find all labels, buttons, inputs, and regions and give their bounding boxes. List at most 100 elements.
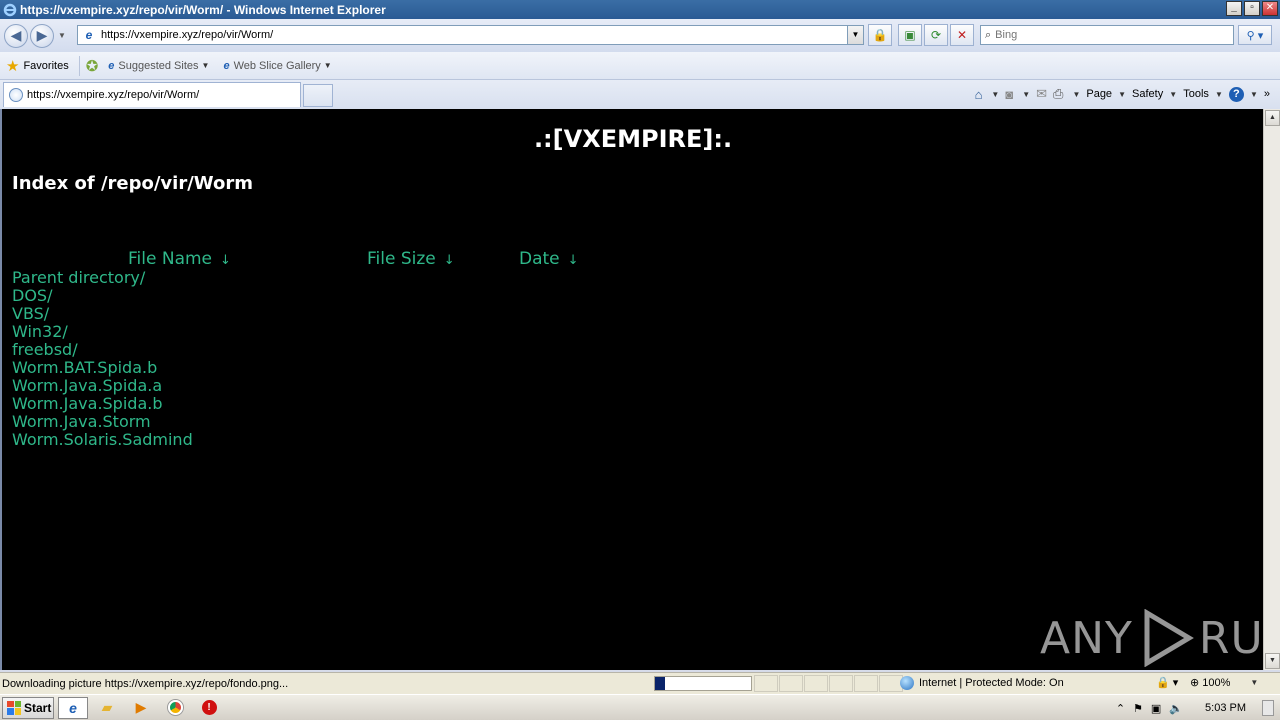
list-item[interactable]: DOS/ — [12, 287, 193, 305]
chrome-icon — [167, 700, 183, 715]
help-menu[interactable]: ? ▼ — [1228, 86, 1258, 102]
search-button[interactable]: ⚲ ▾ — [1238, 25, 1272, 45]
sort-arrow-icon: ↓ — [567, 253, 579, 268]
overflow-chevron-icon[interactable]: » — [1264, 88, 1270, 100]
block-icon: ! — [201, 700, 217, 715]
windows-flag-icon — [7, 700, 21, 715]
taskbar-chrome-button[interactable] — [160, 697, 190, 719]
zoom-level: 100% — [1202, 676, 1231, 689]
taskbar-media-button[interactable]: ▶ — [126, 697, 156, 719]
taskbar-explorer-button[interactable]: ▰ — [92, 697, 122, 719]
status-cell — [829, 675, 853, 692]
zoom-control[interactable]: ⊕ 100% ▼ — [1190, 676, 1258, 690]
address-bar[interactable]: e https://vxempire.xyz/repo/vir/Worm/ ▼ — [77, 25, 864, 45]
scroll-up-icon[interactable]: ▲ — [1265, 110, 1280, 126]
suggested-sites-dropdown-icon: ▼ — [201, 61, 210, 70]
volume-icon[interactable]: 🔈 — [1169, 702, 1183, 715]
address-input[interactable]: https://vxempire.xyz/repo/vir/Worm/ — [101, 29, 273, 41]
compatibility-button[interactable]: ▣ — [898, 24, 922, 46]
refresh-button[interactable]: ⟳ — [924, 24, 948, 46]
page-content: .:[VXEMPIRE]:. Index of /repo/vir/Worm F… — [0, 109, 1280, 670]
web-slice-gallery-link[interactable]: e Web Slice Gallery ▼ — [223, 60, 331, 72]
list-item[interactable]: Parent directory/ — [12, 269, 193, 287]
list-item[interactable]: VBS/ — [12, 305, 193, 323]
tools-menu[interactable]: Tools ▼ — [1183, 88, 1223, 100]
close-window-button[interactable]: ✕ — [1262, 1, 1278, 16]
print-dropdown-icon[interactable]: ▼ — [1072, 90, 1080, 99]
folder-icon: ▰ — [101, 699, 113, 715]
home-dropdown-icon[interactable]: ▼ — [991, 90, 999, 99]
tray-expand-icon[interactable]: ⌃ — [1116, 702, 1125, 715]
clock[interactable]: 5:03 PM — [1205, 702, 1246, 714]
show-desktop-icon[interactable] — [1262, 700, 1274, 716]
mail-icon[interactable]: ✉ — [1036, 86, 1047, 102]
taskbar-stop-button[interactable]: ! — [194, 697, 224, 719]
status-text: Downloading picture https://vxempire.xyz… — [2, 677, 289, 690]
start-button[interactable]: Start — [2, 696, 54, 719]
globe-icon — [900, 676, 914, 690]
minimize-button[interactable]: _ — [1226, 1, 1242, 16]
web-slice-gallery-label: Web Slice Gallery — [233, 59, 321, 72]
stop-button[interactable]: ✕ — [950, 24, 974, 46]
system-tray: ⌃ ⚑ ▣ 🔈 5:03 PM — [1116, 697, 1280, 719]
web-slice-gallery-dropdown-icon: ▼ — [323, 61, 332, 70]
search-input[interactable] — [995, 29, 1216, 41]
stop-icon: ✕ — [956, 28, 968, 42]
network-icon[interactable]: ▣ — [1151, 702, 1161, 715]
history-dropdown-icon[interactable]: ▼ — [58, 31, 66, 40]
suggested-sites-link[interactable]: e Suggested Sites ▼ — [108, 60, 209, 72]
refresh-icon: ⟳ — [930, 28, 942, 42]
lock-button[interactable]: 🔒 — [868, 24, 892, 46]
status-bar: Downloading picture https://vxempire.xyz… — [0, 672, 1280, 694]
start-label: Start — [24, 700, 52, 715]
feeds-dropdown-icon[interactable]: ▼ — [1022, 90, 1030, 99]
list-item[interactable]: freebsd/ — [12, 341, 193, 359]
media-player-icon: ▶ — [135, 699, 147, 715]
column-header-date[interactable]: Date ↓ — [519, 249, 579, 269]
favorites-separator — [78, 55, 80, 76]
action-center-icon[interactable]: ⚑ — [1133, 702, 1143, 715]
back-button[interactable]: ◀ — [4, 23, 28, 48]
list-item[interactable]: Worm.Java.Storm — [12, 413, 193, 431]
favorites-bar: ★ Favorites ✪ e Suggested Sites ▼ e Web … — [0, 52, 1280, 80]
ie-logo-icon — [2, 2, 18, 18]
column-header-name[interactable]: File Name ↓ — [128, 249, 231, 269]
zoom-icon: ⊕ — [1190, 677, 1200, 689]
forward-button[interactable]: ▶ — [30, 23, 54, 48]
print-icon[interactable]: ⎙ — [1053, 86, 1063, 102]
home-icon[interactable]: ⌂ — [975, 87, 983, 102]
tab-current[interactable]: https://vxempire.xyz/repo/vir/Worm/ — [3, 82, 301, 107]
add-favorites-button[interactable]: ✪ — [86, 57, 103, 75]
list-item[interactable]: Worm.Java.Spida.a — [12, 377, 193, 395]
suggested-sites-label: Suggested Sites — [118, 59, 199, 72]
favorites-star-icon: ★ — [6, 57, 20, 75]
taskbar-ie-button[interactable]: e — [58, 696, 88, 719]
list-item[interactable]: Worm.Solaris.Sadmind — [12, 431, 193, 449]
web-slice-gallery-icon: e — [223, 59, 230, 72]
column-header-size[interactable]: File Size ↓ — [367, 249, 455, 269]
tab-bar: https://vxempire.xyz/repo/vir/Worm/ ⌂ ▼ ◙… — [0, 80, 1280, 109]
address-dropdown-icon[interactable]: ▼ — [847, 26, 863, 44]
navigation-bar: ◀ ▶ ▼ e https://vxempire.xyz/repo/vir/Wo… — [0, 19, 1280, 52]
progress-bar — [654, 676, 752, 691]
list-item[interactable]: Win32/ — [12, 323, 193, 341]
search-provider-icon: ⌕ — [985, 28, 992, 41]
list-item[interactable]: Worm.BAT.Spida.b — [12, 359, 193, 377]
safety-menu[interactable]: Safety ▼ — [1132, 88, 1177, 100]
feeds-icon[interactable]: ◙ — [1005, 87, 1013, 102]
protected-mode-icon[interactable]: 🔒 ▾ — [1156, 676, 1178, 689]
favorites-button[interactable]: ★ Favorites — [6, 57, 69, 75]
sort-arrow-icon: ↓ — [220, 253, 231, 268]
scroll-down-icon[interactable]: ▼ — [1265, 653, 1280, 669]
new-tab-button[interactable] — [303, 84, 333, 107]
search-box[interactable]: ⌕ — [980, 25, 1234, 45]
list-item[interactable]: Worm.Java.Spida.b — [12, 395, 193, 413]
tab-label: https://vxempire.xyz/repo/vir/Worm/ — [27, 89, 200, 101]
progress-fill — [655, 677, 665, 690]
maximize-button[interactable]: ▫ — [1244, 1, 1260, 16]
page-icon: e — [85, 28, 93, 42]
security-zone[interactable]: Internet | Protected Mode: On — [900, 676, 1064, 690]
forward-arrow-icon: ▶ — [36, 27, 48, 43]
page-menu[interactable]: Page ▼ — [1086, 88, 1126, 100]
vertical-scrollbar[interactable]: ▲ ▼ — [1263, 109, 1280, 670]
